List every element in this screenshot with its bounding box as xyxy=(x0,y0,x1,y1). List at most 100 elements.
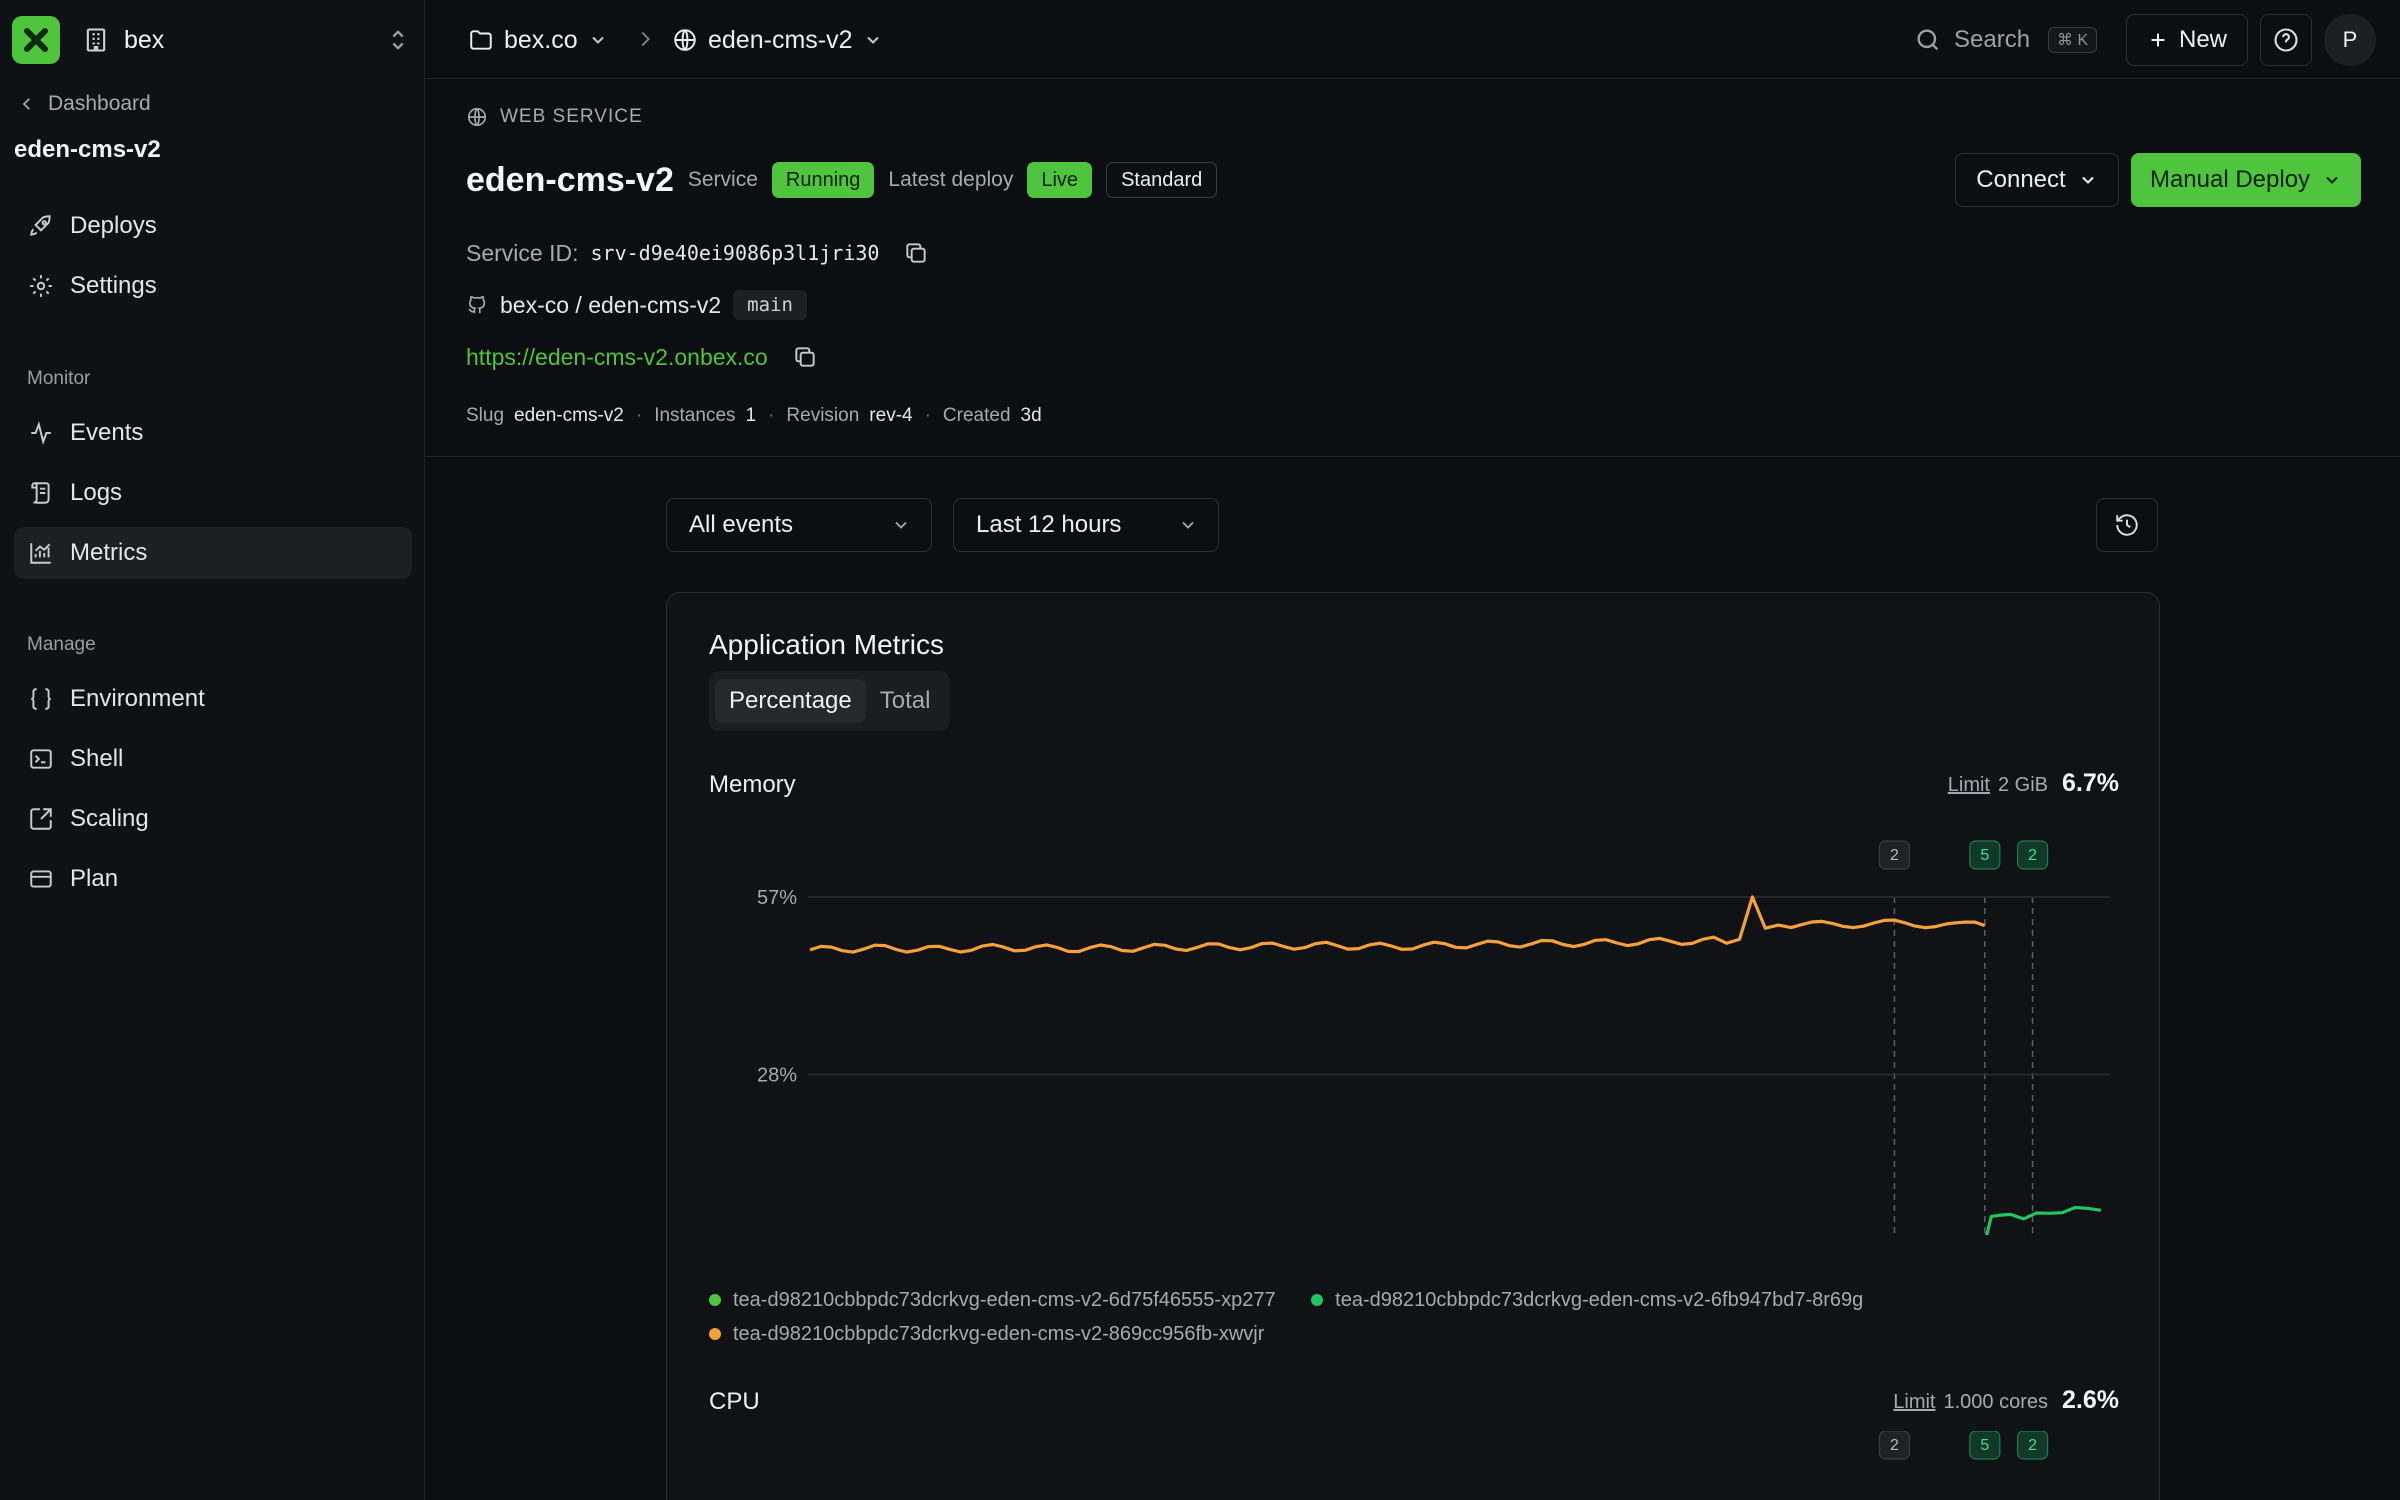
url-row: https://eden-cms-v2.onbex.co xyxy=(466,338,818,376)
help-button[interactable] xyxy=(2260,14,2312,66)
back-link-label: Dashboard xyxy=(48,92,151,115)
connect-button[interactable]: Connect xyxy=(1955,153,2119,207)
copy-icon[interactable] xyxy=(792,344,818,370)
sidebar-item-events[interactable]: Events xyxy=(14,407,412,459)
sidebar-item-metrics[interactable]: Metrics xyxy=(14,527,412,579)
revision-value: rev-4 xyxy=(869,405,913,426)
sidebar-item-environment[interactable]: Environment xyxy=(14,673,412,725)
memory-limit-label[interactable]: Limit xyxy=(1948,774,1990,797)
manual-deploy-button[interactable]: Manual Deploy xyxy=(2131,153,2361,207)
tab-percentage[interactable]: Percentage xyxy=(715,679,866,723)
chevron-left-icon xyxy=(22,98,30,110)
separator-dot: · xyxy=(768,405,775,426)
chevron-down-icon xyxy=(591,36,604,44)
sidebar-item-label: Deploys xyxy=(70,212,157,239)
sidebar-item-label: Environment xyxy=(70,685,205,712)
scale-icon xyxy=(30,808,52,830)
help-icon xyxy=(2274,28,2298,52)
service-id-label: Service ID: xyxy=(466,239,579,266)
sidebar-item-logs[interactable]: Logs xyxy=(14,467,412,519)
chevron-down-icon xyxy=(866,36,879,44)
back-to-dashboard-link[interactable]: Dashboard xyxy=(18,92,151,116)
slug-label: Slug xyxy=(466,405,505,426)
service-url-link[interactable]: https://eden-cms-v2.onbex.co xyxy=(466,344,768,371)
new-button[interactable]: New xyxy=(2126,14,2248,66)
cpu-limit-label[interactable]: Limit xyxy=(1893,1391,1935,1414)
workspace-name: bex xyxy=(124,25,165,54)
plus-icon xyxy=(2151,33,2165,47)
deploy-status-badge: Live xyxy=(1027,162,1093,198)
deploy-marker-label: 2 xyxy=(1890,1437,1899,1454)
sidebar-item-label: Scaling xyxy=(70,805,149,832)
activity-icon xyxy=(31,421,51,445)
scroll-icon xyxy=(31,482,50,504)
legend-swatch xyxy=(709,1294,721,1306)
legend-label: tea-d98210cbbpdc73dcrkvg-eden-cms-v2-6fb… xyxy=(1335,1288,1864,1311)
workspace-switcher[interactable]: bex xyxy=(12,16,412,64)
cpu-limit: Limit 1.000 cores 2.6% xyxy=(1893,1386,2119,1415)
cpu-limit-value: 1.000 cores xyxy=(1943,1391,2049,1413)
sidebar: bex Dashboard eden-cms-v2 Deploys Settin… xyxy=(0,0,425,1500)
card-icon xyxy=(30,870,52,888)
folder-icon xyxy=(470,30,492,50)
terminal-icon xyxy=(30,749,52,769)
slug-value: eden-cms-v2 xyxy=(514,405,624,426)
tab-total[interactable]: Total xyxy=(866,679,945,723)
globe-icon xyxy=(467,107,487,127)
sidebar-item-deploys[interactable]: Deploys xyxy=(14,200,412,252)
history-button[interactable] xyxy=(2096,498,2158,552)
revision-label: Revision xyxy=(786,405,860,426)
memory-chart: 25257%28%0% xyxy=(757,840,2109,1235)
chevrons-updown-icon[interactable] xyxy=(384,26,412,54)
y-tick-label: 57% xyxy=(757,887,797,909)
legend-item[interactable]: tea-d98210cbbpdc73dcrkvg-eden-cms-v2-6d7… xyxy=(709,1283,1276,1317)
sidebar-item-plan[interactable]: Plan xyxy=(14,853,412,905)
memory-legend: tea-d98210cbbpdc73dcrkvg-eden-cms-v2-6d7… xyxy=(709,1283,2109,1351)
org-breadcrumb[interactable]: bex.co xyxy=(468,22,608,58)
legend-item[interactable]: tea-d98210cbbpdc73dcrkvg-eden-cms-v2-869… xyxy=(709,1317,1264,1351)
braces-icon xyxy=(31,688,51,710)
copy-icon[interactable] xyxy=(903,240,929,266)
panel-title: Application Metrics xyxy=(709,629,944,660)
avatar[interactable]: P xyxy=(2324,14,2376,66)
manage-section-title: Manage xyxy=(27,634,96,655)
new-button-label: New xyxy=(2178,26,2227,53)
events-filter-select[interactable]: All events xyxy=(666,498,932,552)
service-header: eden-cms-v2 Service Running Latest deplo… xyxy=(466,158,1218,202)
service-meta: Slug eden-cms-v2 · Instances 1 · Revisio… xyxy=(466,402,1042,430)
created-label: Created xyxy=(942,405,1011,426)
memory-limit: Limit 2 GiB 6.7% xyxy=(1948,769,2119,798)
time-range-select[interactable]: Last 12 hours xyxy=(953,498,1219,552)
sidebar-item-scaling[interactable]: Scaling xyxy=(14,793,412,845)
sidebar-item-settings[interactable]: Settings xyxy=(14,260,412,312)
sidebar-item-shell[interactable]: Shell xyxy=(14,733,412,785)
service-word: Service xyxy=(687,168,758,191)
project-breadcrumb[interactable]: eden-cms-v2 xyxy=(672,22,883,58)
repo-row: bex-co / eden-cms-v2 main xyxy=(466,286,807,324)
search-shortcut: ⌘ K xyxy=(2048,27,2098,53)
chevron-down-icon xyxy=(2081,176,2094,184)
sidebar-item-label: Shell xyxy=(70,745,124,772)
sidebar-item-label: Metrics xyxy=(70,539,148,566)
separator-dot: · xyxy=(924,405,931,426)
plan-badge: Standard xyxy=(1106,162,1218,198)
deploy-marker-label: 5 xyxy=(1980,1437,1989,1454)
events-filter-value: All events xyxy=(689,511,794,538)
connect-label: Connect xyxy=(1976,166,2066,193)
repo-link[interactable]: bex-co / eden-cms-v2 xyxy=(500,292,721,319)
service-type-label: WEB SERVICE xyxy=(500,106,643,127)
created-value: 3d xyxy=(1020,405,1042,426)
search-button[interactable]: Search ⌘ K xyxy=(1914,20,2098,60)
sidebar-item-label: Plan xyxy=(70,865,119,892)
github-icon xyxy=(468,295,486,314)
legend-item[interactable]: tea-d98210cbbpdc73dcrkvg-eden-cms-v2-6fb… xyxy=(1311,1283,1863,1317)
page-title: eden-cms-v2 xyxy=(466,160,674,199)
legend-label: tea-d98210cbbpdc73dcrkvg-eden-cms-v2-869… xyxy=(733,1322,1265,1345)
header-divider xyxy=(426,456,2400,457)
series-line xyxy=(809,895,1986,954)
time-range-value: Last 12 hours xyxy=(976,511,1122,538)
legend-swatch xyxy=(1311,1294,1324,1306)
sidebar-item-label: Logs xyxy=(70,479,123,506)
separator-dot: · xyxy=(635,405,643,426)
memory-current: 6.7% xyxy=(2062,769,2119,797)
